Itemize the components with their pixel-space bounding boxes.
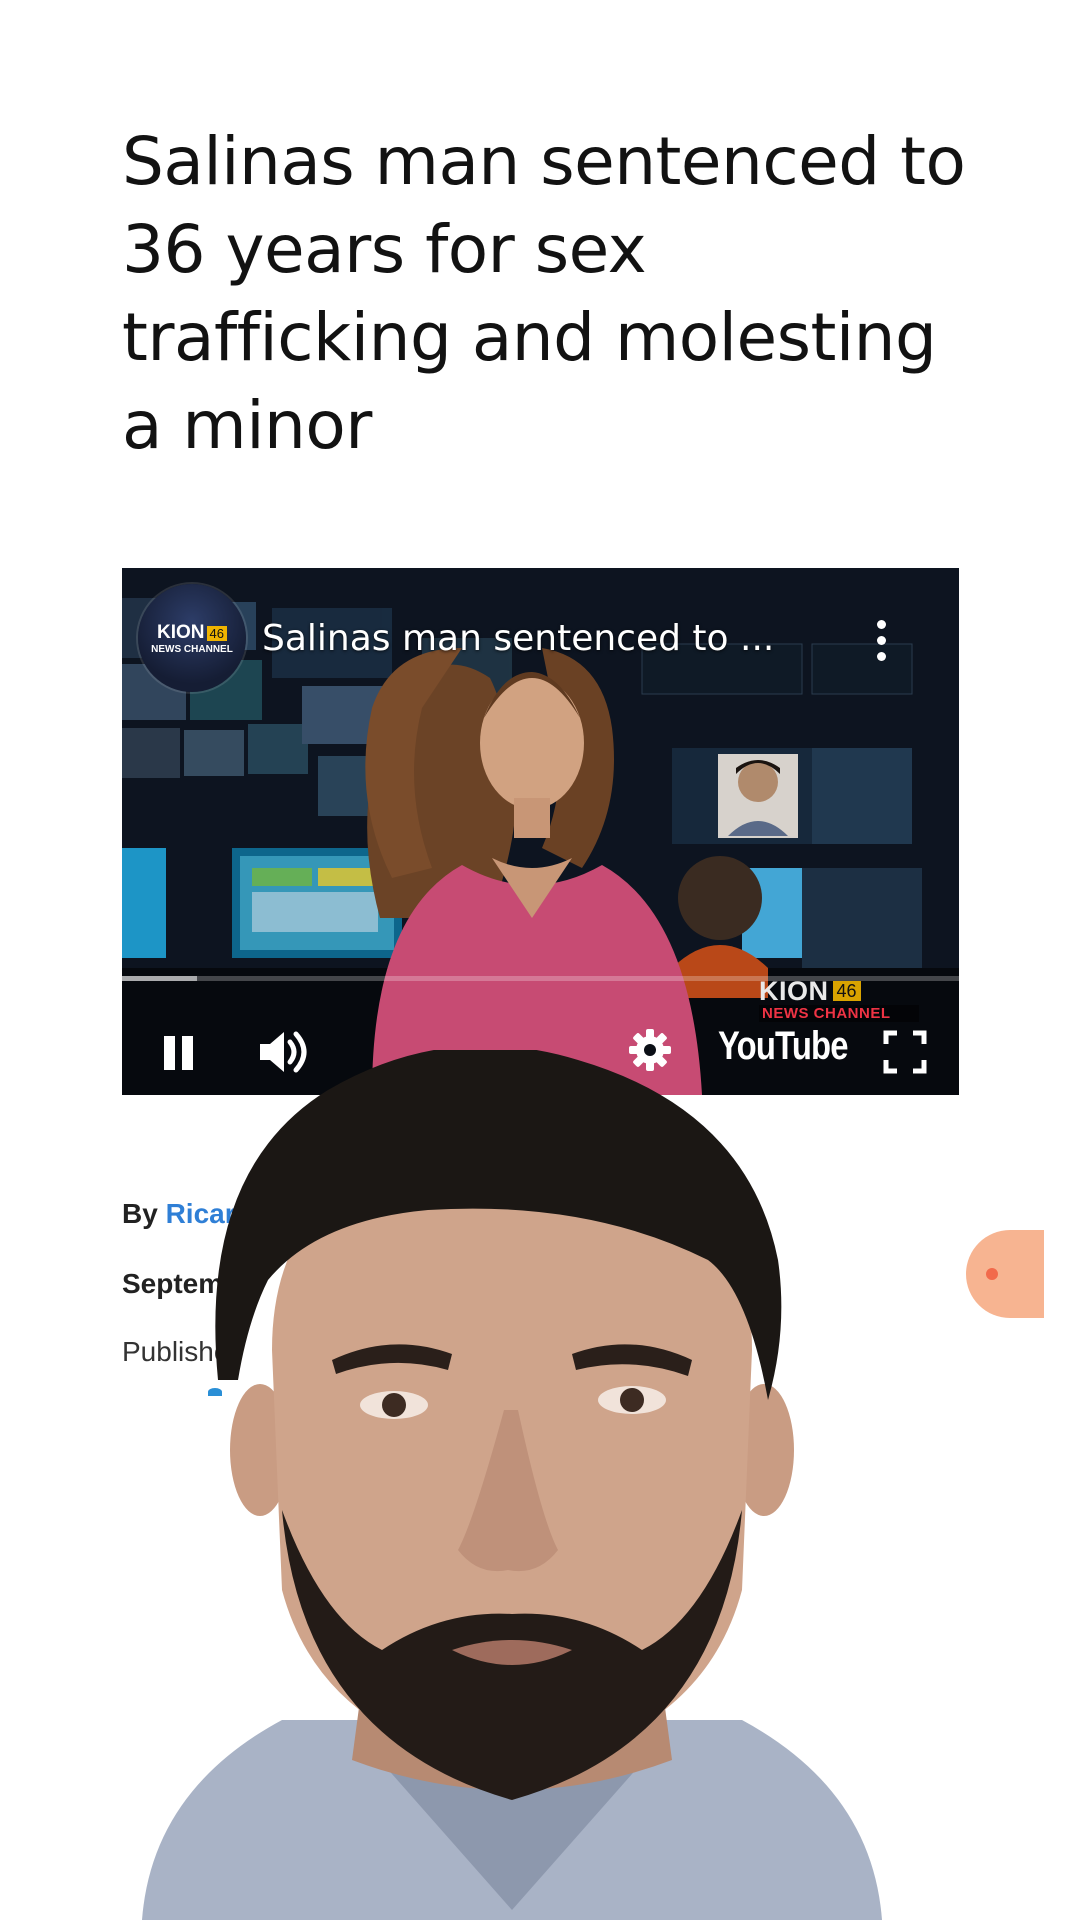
channel-name: KION (157, 621, 205, 643)
channel-subtitle: NEWS CHANNEL (151, 643, 233, 655)
channel-avatar[interactable]: KION 46 NEWS CHANNEL (138, 584, 246, 692)
more-vert-icon[interactable] (875, 620, 887, 664)
video-title[interactable]: Salinas man sentenced to ... (262, 618, 852, 659)
floating-action-button[interactable] (966, 1230, 1044, 1318)
video-player[interactable]: KION 46 NEWS CHANNEL Salinas man sentence… (122, 568, 959, 1095)
video-progress-bar[interactable] (122, 976, 959, 981)
video-progress-fill (122, 976, 198, 981)
dot-icon (986, 1268, 998, 1280)
mugshot-overlay-image (142, 1050, 882, 1920)
watermark-number: 46 (832, 981, 861, 1001)
watermark-subtitle: NEWS CHANNEL (759, 1005, 919, 1022)
channel-number: 46 (206, 625, 227, 641)
article-headline: Salinas man sentenced to 36 years for se… (122, 123, 966, 464)
channel-watermark: KION 46 NEWS CHANNEL (759, 976, 919, 1022)
